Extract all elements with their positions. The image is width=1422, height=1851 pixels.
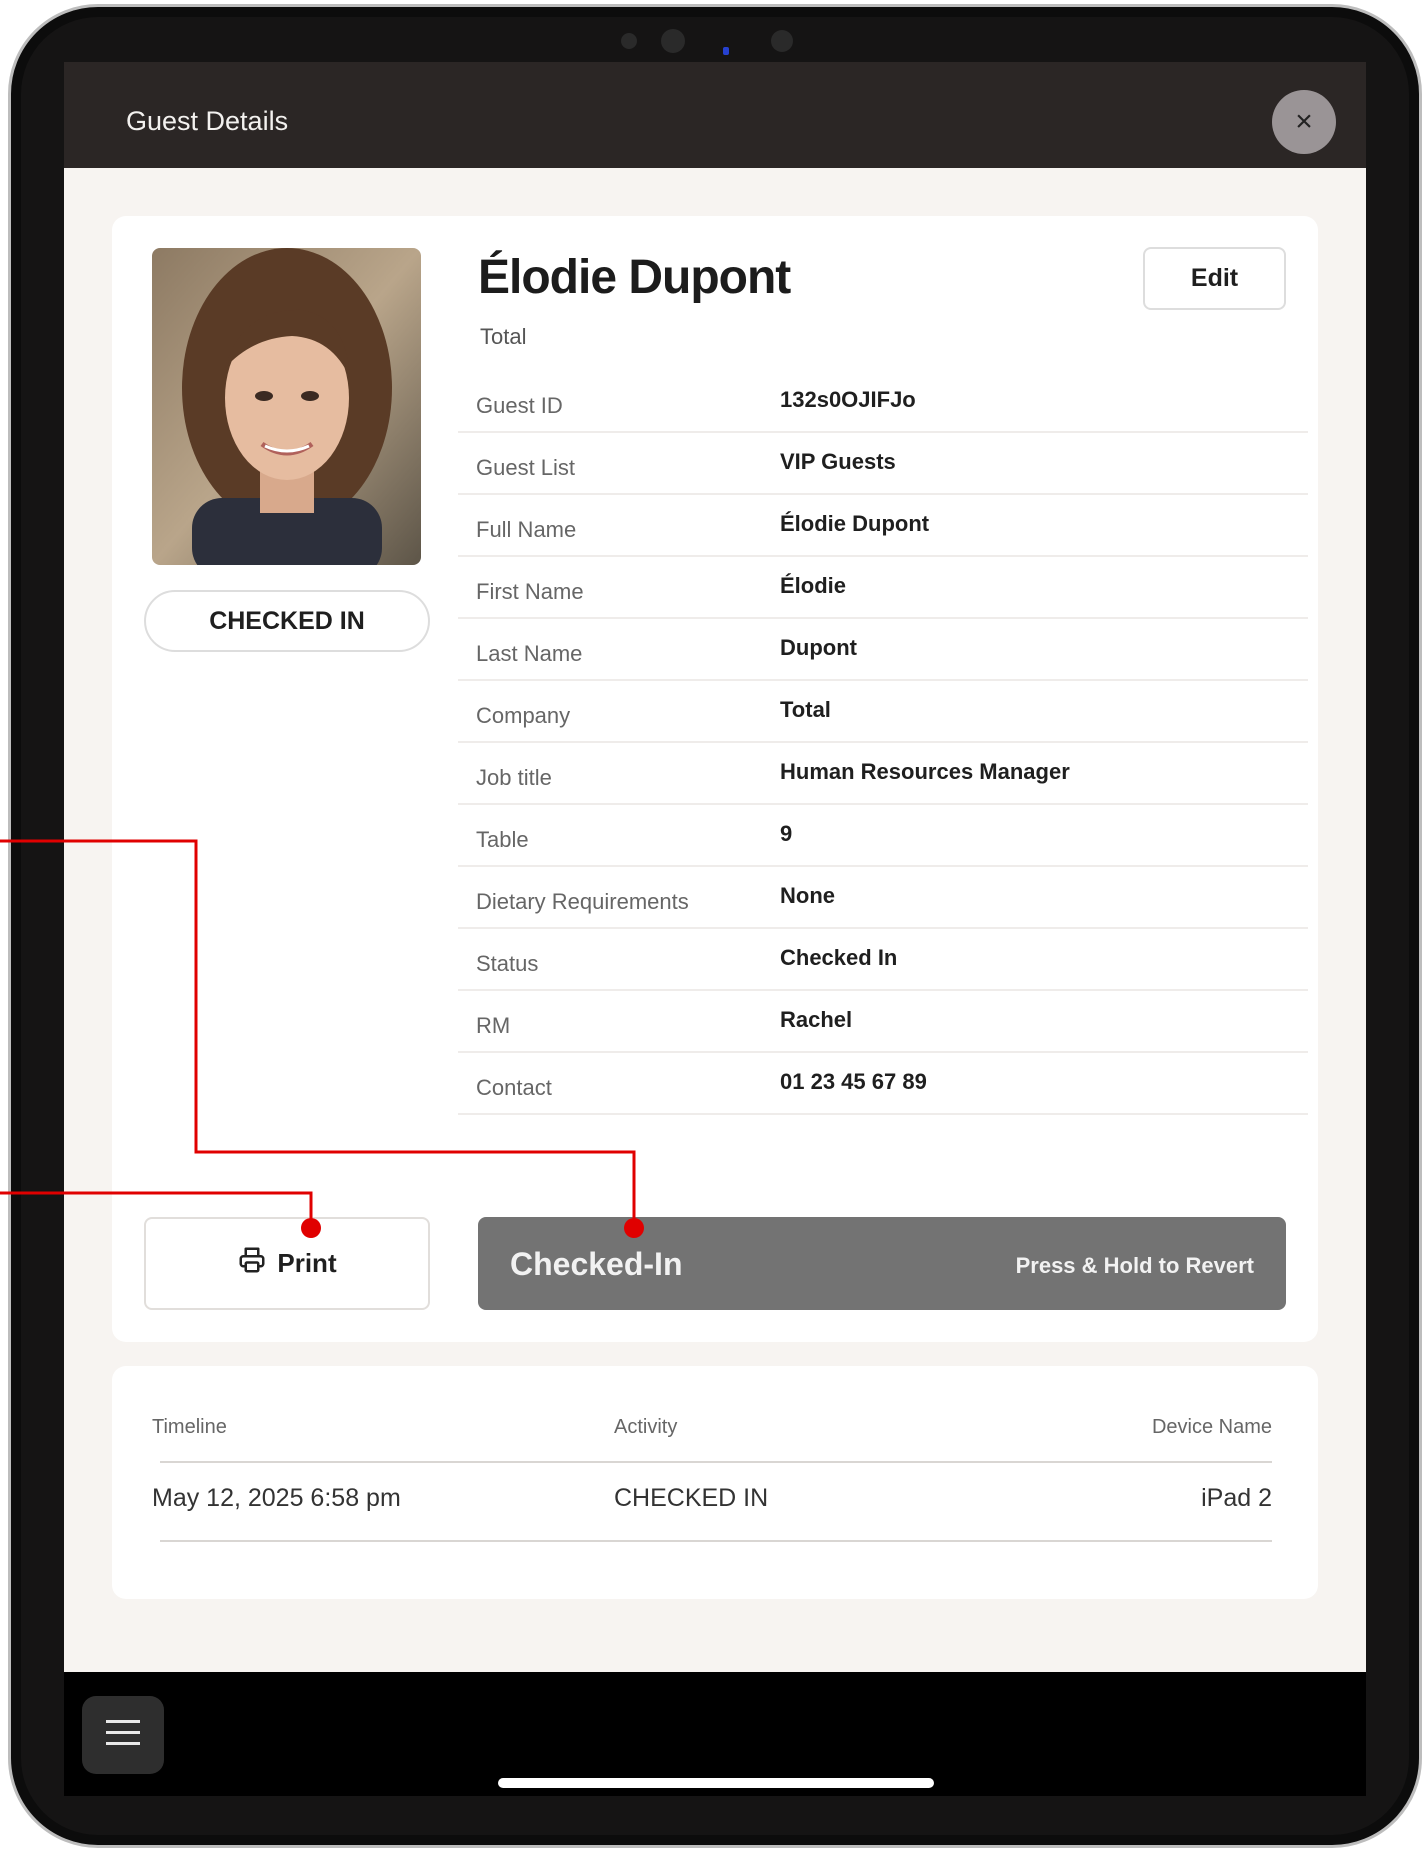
detail-label: First Name	[476, 579, 584, 604]
detail-label: Guest List	[476, 455, 576, 480]
device-header: Device Name	[1151, 1416, 1272, 1438]
print-button[interactable]: Print	[144, 1217, 430, 1310]
detail-label: Full Name	[476, 517, 577, 542]
guest-photo	[152, 248, 421, 565]
detail-label: Dietary Requirements	[476, 889, 689, 914]
detail-label: Last Name	[476, 641, 583, 666]
divider	[160, 1540, 1272, 1542]
close-icon: ×	[1295, 105, 1313, 138]
printer-icon	[237, 1245, 267, 1282]
timeline-activity: CHECKED IN	[614, 1484, 769, 1512]
camera-bar	[621, 21, 821, 61]
detail-value: Total	[780, 697, 831, 722]
detail-label: RM	[476, 1013, 511, 1038]
sensor-dot	[771, 30, 793, 52]
detail-row-table: Table 9	[458, 805, 1308, 867]
modal-header: Guest Details ×	[64, 62, 1366, 168]
detail-row-guest-list: Guest List VIP Guests	[458, 433, 1308, 495]
guest-company: Total	[480, 324, 527, 349]
detail-value: Human Resources Manager	[780, 759, 1070, 784]
detail-value: 01 23 45 67 89	[780, 1069, 927, 1094]
home-indicator	[498, 1778, 934, 1788]
close-button[interactable]: ×	[1272, 90, 1336, 154]
guest-card: CHECKED IN Élodie Dupont Total Edit Gues…	[112, 216, 1318, 1342]
detail-value: Checked In	[780, 945, 898, 970]
bottom-bar	[64, 1672, 1366, 1796]
timeline-device: iPad 2	[1201, 1484, 1272, 1512]
detail-value: VIP Guests	[780, 449, 896, 474]
detail-label: Job title	[476, 765, 552, 790]
detail-label: Status	[476, 951, 539, 976]
guest-name: Élodie Dupont	[478, 251, 791, 304]
modal-title: Guest Details	[126, 106, 289, 136]
detail-label: Company	[476, 703, 571, 728]
detail-value: None	[780, 883, 835, 908]
detail-row-rm: RM Rachel	[458, 991, 1308, 1053]
activity-header: Activity	[614, 1416, 678, 1438]
detail-row-status: Status Checked In	[458, 929, 1308, 991]
timeline-header: Timeline	[152, 1416, 227, 1438]
screen: Guest Details × CHECKED IN Élodie Dupont…	[64, 62, 1366, 1796]
detail-row-dietary: Dietary Requirements None	[458, 867, 1308, 929]
divider	[160, 1461, 1272, 1463]
hamburger-menu-icon	[106, 1718, 140, 1753]
camera-led	[723, 47, 729, 55]
detail-row-company: Company Total	[458, 681, 1308, 743]
timeline-card: Timeline Activity Device Name May 12, 20…	[112, 1366, 1318, 1599]
detail-value: 9	[780, 821, 793, 846]
detail-row-job-title: Job title Human Resources Manager	[458, 743, 1308, 805]
timeline-time: May 12, 2025 6:58 pm	[152, 1484, 401, 1512]
detail-label: Contact	[476, 1075, 552, 1100]
print-label: Print	[277, 1248, 337, 1278]
menu-button[interactable]	[82, 1696, 164, 1774]
detail-row-last-name: Last Name Dupont	[458, 619, 1308, 681]
checked-in-label: Checked-In	[510, 1246, 683, 1282]
detail-value: 132s0OJIFJo	[780, 387, 916, 412]
detail-label: Table	[476, 827, 529, 852]
detail-value: Dupont	[780, 635, 857, 660]
checked-in-button[interactable]: Checked-In Press & Hold to Revert	[478, 1217, 1286, 1310]
detail-row-first-name: First Name Élodie	[458, 557, 1308, 619]
detail-value: Élodie	[780, 573, 847, 598]
edit-button[interactable]: Edit	[1143, 247, 1286, 310]
detail-row-full-name: Full Name Élodie Dupont	[458, 495, 1308, 557]
revert-hint: Press & Hold to Revert	[1015, 1253, 1254, 1278]
status-pill: CHECKED IN	[144, 590, 430, 652]
detail-row-contact: Contact 01 23 45 67 89	[458, 1053, 1308, 1115]
detail-value: Rachel	[780, 1007, 853, 1032]
camera-lens	[661, 29, 685, 53]
detail-value: Élodie Dupont	[780, 511, 930, 536]
guest-details-list: Guest ID 132s0OJIFJo Guest List VIP Gues…	[458, 371, 1308, 1115]
sensor-dot	[621, 33, 637, 49]
detail-row-guest-id: Guest ID 132s0OJIFJo	[458, 371, 1308, 433]
modal-body: CHECKED IN Élodie Dupont Total Edit Gues…	[64, 168, 1366, 1672]
detail-label: Guest ID	[476, 393, 563, 418]
